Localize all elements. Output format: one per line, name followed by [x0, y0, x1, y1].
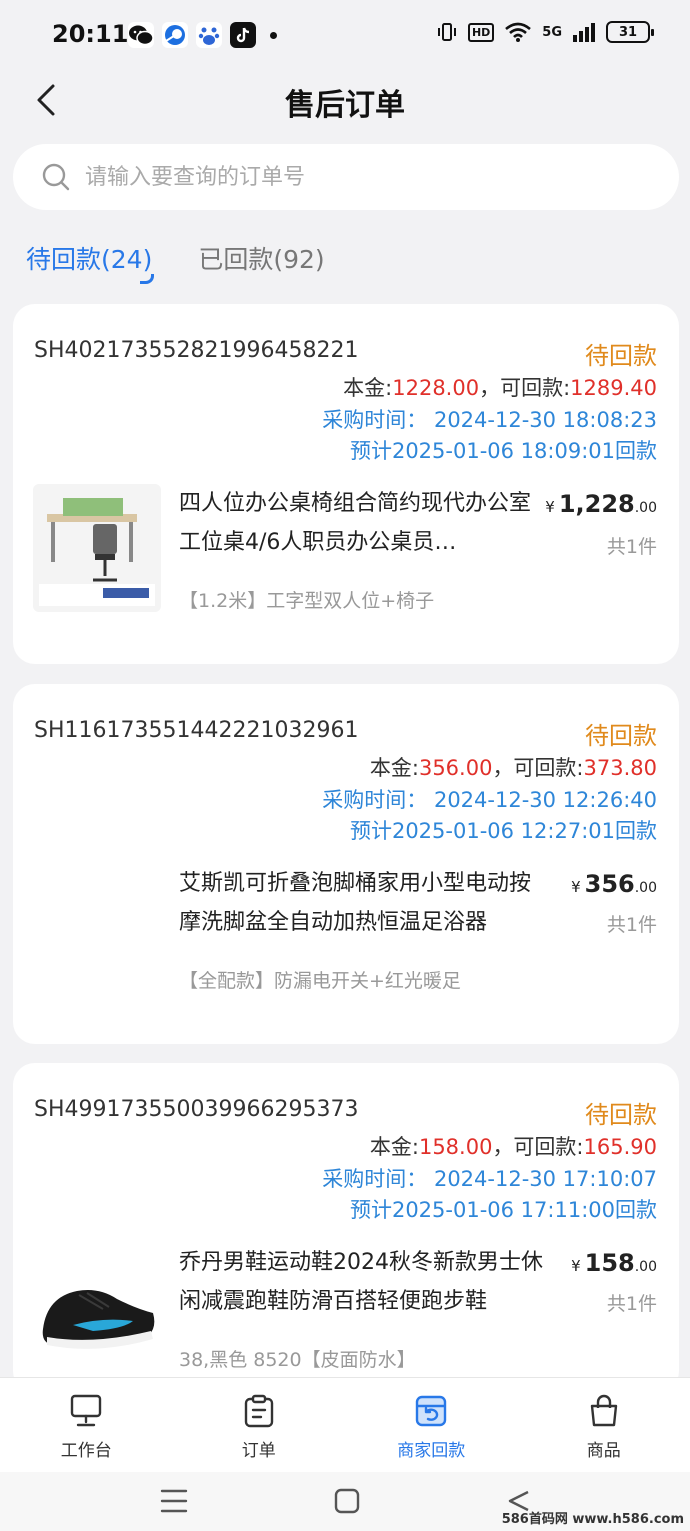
tab-orders[interactable]: 订单 [173, 1378, 346, 1472]
product-name: 艾斯凯可折叠泡脚桶家用小型电动按摩洗脚盆全自动加热恒温足浴器 [179, 871, 532, 935]
purchase-time: 采购时间： 2024-12-30 18:08:23 [322, 408, 657, 432]
product-quantity: 共1件 [606, 1293, 657, 1315]
tab-workbench[interactable]: 工作台 [0, 1378, 173, 1472]
vibrate-icon [437, 23, 456, 41]
purchase-time: 采购时间： 2024-12-30 17:10:07 [322, 1167, 657, 1191]
tiktok-icon [230, 22, 256, 48]
system-nav-bar: 586首码网 www.h586.com [0, 1472, 690, 1531]
watermark-text: 586首码网 www.h586.com [501, 1512, 684, 1527]
price-integer: 1,228 [558, 490, 635, 518]
menu-button[interactable] [160, 1488, 188, 1518]
order-status: 待回款 [585, 722, 657, 750]
search-bar[interactable] [13, 144, 679, 210]
page-title: 售后订单 [285, 88, 405, 123]
tab-label: 待回款(24) [26, 245, 153, 274]
tab-label: 已回款(92) [198, 245, 325, 274]
bag-icon [590, 1394, 617, 1427]
tab-products[interactable]: 商品 [518, 1378, 690, 1472]
product-spec: 38,黑色 8520【皮面防水】 [179, 1349, 416, 1371]
network-label: 5G [542, 24, 562, 40]
battery-level: 31 [618, 24, 638, 40]
order-card[interactable]: SH116173551442221032961 待回款 本金:356.00，可回… [13, 684, 679, 1044]
menu-icon [160, 1489, 188, 1513]
principal-amount: 1228.00 [392, 376, 480, 400]
wechat-icon [128, 22, 154, 48]
principal-label: 本金: [369, 1135, 419, 1159]
more-notifications-dot [270, 31, 277, 39]
refund-icon [416, 1395, 447, 1427]
order-status: 待回款 [585, 1101, 657, 1129]
refundable-amount: 1289.40 [570, 376, 657, 400]
tab-label: 商品 [586, 1441, 621, 1461]
battery-icon: 31 [606, 21, 654, 43]
tab-label: 订单 [241, 1441, 276, 1461]
refundable-label: ，可回款: [479, 376, 571, 400]
expected-refund-time: 预计2025-01-06 12:27:01回款 [349, 819, 657, 843]
hd-icon: HD [467, 22, 495, 42]
currency-symbol: ¥ [571, 1257, 581, 1275]
price-decimal: .00 [634, 880, 657, 896]
product-image [33, 484, 161, 612]
status-time: 20:11 [52, 20, 129, 48]
refundable-label: ，可回款: [492, 756, 584, 780]
nav-bar: 售后订单 [0, 70, 690, 130]
currency-symbol: ¥ [545, 498, 555, 516]
tab-merchant-refund[interactable]: 商家回款 [345, 1378, 518, 1472]
tab-refunded[interactable]: 已回款(92) [198, 240, 324, 290]
browser-icon [162, 22, 188, 48]
signal-icon [573, 23, 595, 42]
home-button[interactable] [334, 1488, 360, 1518]
product-name: 乔丹男鞋运动鞋2024秋冬新款男士休闲减震跑鞋防滑百搭轻便跑步鞋 [179, 1250, 543, 1314]
order-number: SH116173551442221032961 [34, 718, 359, 743]
search-icon [42, 163, 70, 191]
status-indicators: HD 5G 31 [436, 21, 654, 43]
product-spec: 【全配款】防漏电开关+红光暖足 [179, 970, 461, 992]
expected-refund-time: 预计2025-01-06 18:09:01回款 [349, 439, 657, 463]
order-status: 待回款 [585, 342, 657, 370]
currency-symbol: ¥ [571, 878, 581, 896]
price-decimal: .00 [634, 500, 657, 516]
price-integer: 158 [584, 1249, 635, 1277]
monitor-icon [71, 1394, 102, 1427]
product-quantity: 共1件 [606, 914, 657, 936]
order-tabs: 待回款(24) 已回款(92) [26, 240, 325, 290]
principal-amount: 356.00 [418, 756, 493, 780]
money-line: 本金:158.00，可回款:165.90 [370, 1131, 657, 1161]
money-line: 本金:1228.00，可回款:1289.40 [343, 372, 657, 402]
tab-active-indicator [140, 274, 155, 284]
order-number: SH499173550039966295373 [34, 1097, 359, 1122]
status-bar: 20:11 HD 5G 31 [0, 0, 690, 70]
purchase-time: 采购时间： 2024-12-30 12:26:40 [322, 788, 657, 812]
tab-label: 商家回款 [397, 1441, 466, 1461]
product-image [33, 1247, 161, 1375]
tab-label: 工作台 [60, 1441, 112, 1461]
refundable-amount: 165.90 [583, 1135, 657, 1159]
product-name: 四人位办公桌椅组合简约现代办公室工位桌4/6人职员办公桌员… [179, 491, 532, 555]
home-square-icon [334, 1488, 360, 1514]
principal-label: 本金: [343, 376, 393, 400]
price-integer: 356 [584, 870, 635, 898]
product-price: ¥158.00 [571, 1249, 657, 1277]
principal-label: 本金: [369, 756, 419, 780]
refundable-amount: 373.80 [583, 756, 657, 780]
search-input[interactable] [85, 164, 605, 190]
product-price: ¥356.00 [571, 870, 657, 898]
product-price: ¥1,228.00 [545, 490, 657, 518]
order-card[interactable]: SH402173552821996458221 待回款 本金:1228.00，可… [13, 304, 679, 664]
product-spec: 【1.2米】工字型双人位+椅子 [179, 590, 435, 612]
price-decimal: .00 [634, 1259, 657, 1275]
order-card[interactable]: SH499173550039966295373 待回款 本金:158.00，可回… [13, 1063, 679, 1393]
principal-amount: 158.00 [418, 1135, 493, 1159]
order-number: SH402173552821996458221 [34, 338, 359, 363]
tab-pending-refund[interactable]: 待回款(24) [26, 240, 155, 290]
expected-refund-time: 预计2025-01-06 17:11:00回款 [349, 1198, 657, 1222]
bottom-tab-bar: 工作台 订单 商家回款 商品 [0, 1377, 690, 1472]
status-app-icons [128, 22, 277, 48]
product-quantity: 共1件 [606, 536, 657, 558]
money-line: 本金:356.00，可回款:373.80 [370, 752, 657, 782]
clipboard-icon [244, 1394, 273, 1428]
wifi-icon [505, 22, 532, 42]
refundable-label: ，可回款: [492, 1135, 584, 1159]
baidu-icon [196, 22, 222, 48]
